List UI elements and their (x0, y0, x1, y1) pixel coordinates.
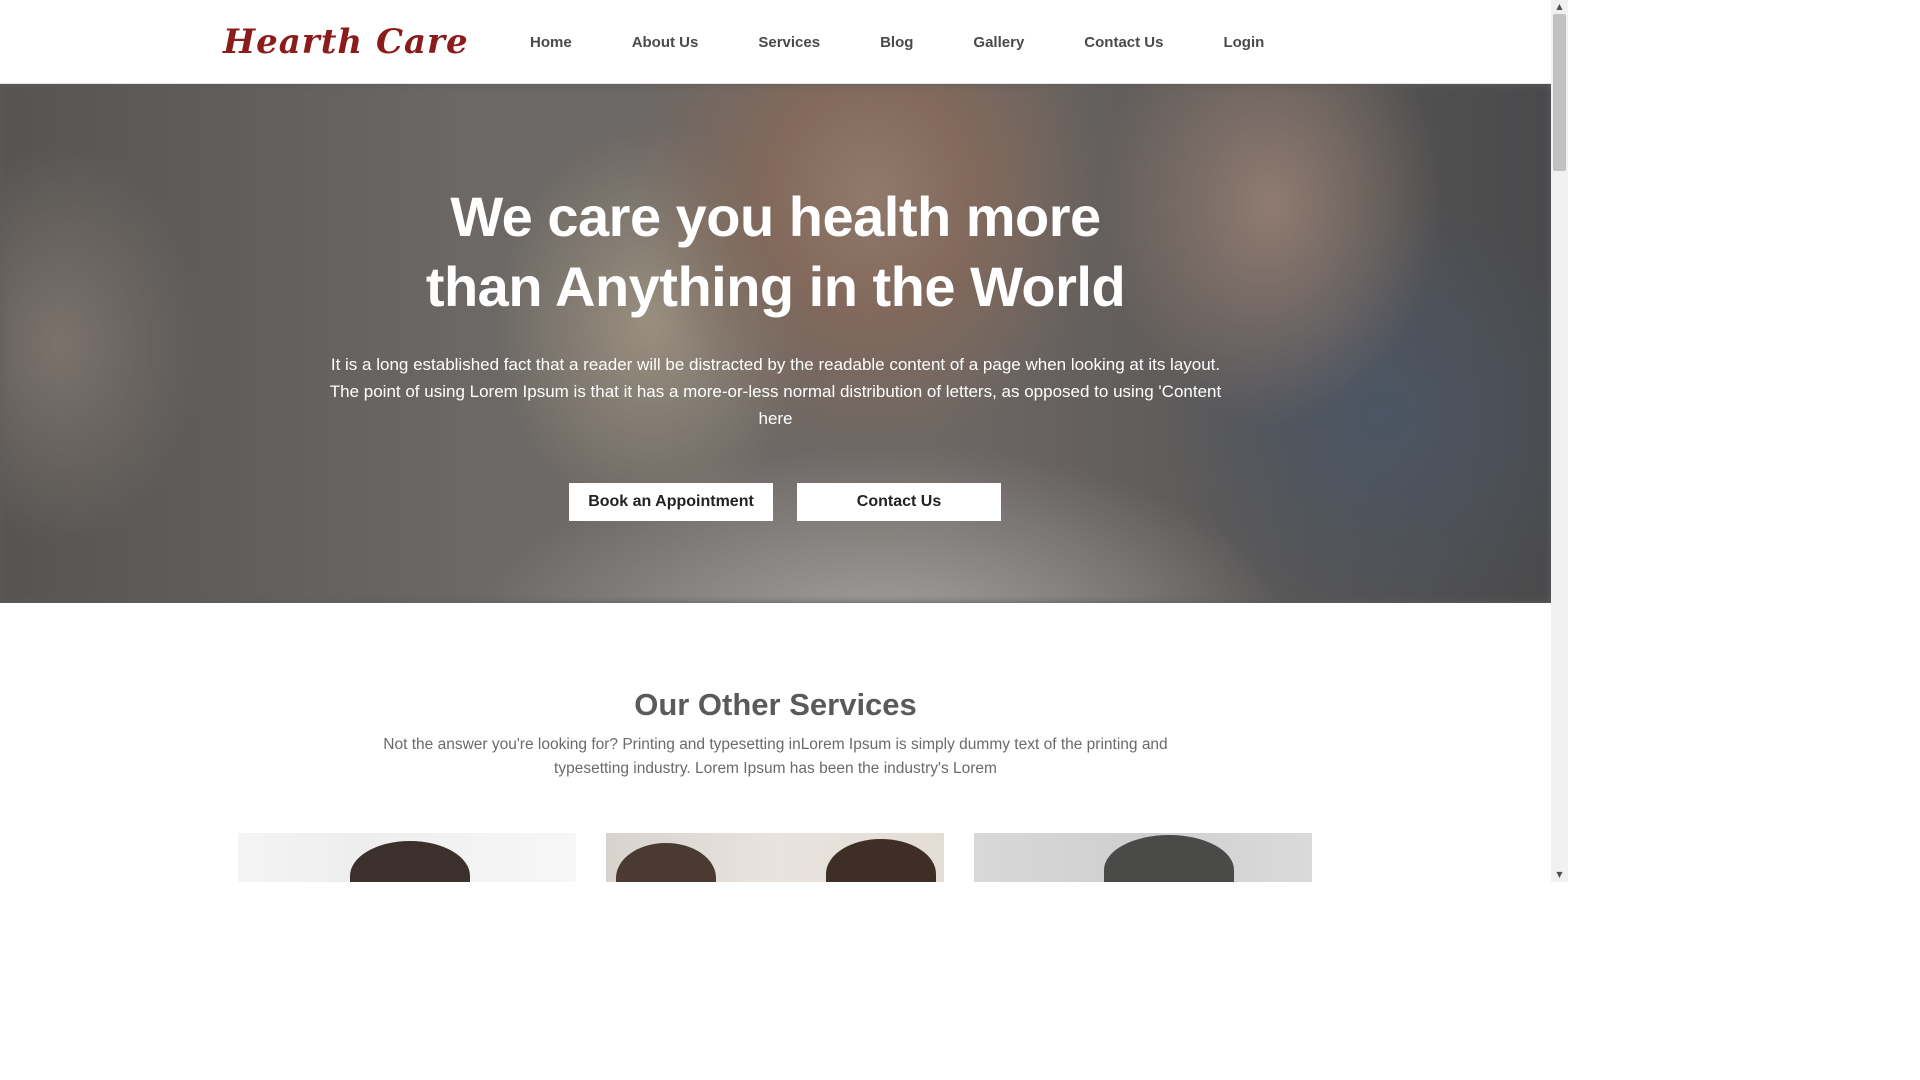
nav-login[interactable]: Login (1223, 28, 1264, 58)
site-header: Hearth Care Home About Us Services Blog … (0, 0, 1551, 84)
nav-blog[interactable]: Blog (880, 28, 913, 58)
scrollbar-thumb[interactable] (1553, 14, 1566, 171)
person-photo (350, 841, 470, 882)
vertical-scrollbar[interactable]: ▲ ▼ (1551, 0, 1568, 882)
nav-about-us[interactable]: About Us (632, 28, 699, 58)
hero-title-line-1: We care you health more (450, 185, 1101, 248)
nav-contact-us[interactable]: Contact Us (1084, 28, 1163, 58)
services-description: Not the answer you're looking for? Print… (383, 736, 1168, 777)
contact-us-button[interactable]: Contact Us (797, 483, 1001, 521)
scroll-up-arrow-icon[interactable]: ▲ (1551, 0, 1568, 14)
logo[interactable]: Hearth Care (223, 18, 469, 66)
person-photo (826, 839, 936, 882)
hero-section: We care you health more than Anything in… (0, 84, 1551, 603)
nav-services[interactable]: Services (758, 28, 820, 58)
main-nav: Home About Us Services Blog Gallery Cont… (530, 28, 1264, 58)
scroll-down-arrow-icon[interactable]: ▼ (1551, 868, 1568, 882)
service-card-image-1[interactable] (238, 833, 576, 882)
hero-overlay (0, 84, 1551, 603)
services-title: Our Other Services (634, 687, 917, 722)
nav-home[interactable]: Home (530, 28, 572, 58)
person-photo (616, 843, 716, 882)
service-card-image-2[interactable] (606, 833, 944, 882)
hero-description: It is a long established fact that a rea… (329, 355, 1222, 428)
hero-title-line-2: than Anything in the World (425, 255, 1126, 318)
page: Hearth Care Home About Us Services Blog … (0, 0, 1551, 882)
nav-gallery[interactable]: Gallery (973, 28, 1024, 58)
person-photo (1104, 835, 1234, 882)
service-card-image-3[interactable] (974, 833, 1312, 882)
book-appointment-button[interactable]: Book an Appointment (569, 483, 773, 521)
hero-title: We care you health more than Anything in… (0, 182, 1551, 322)
